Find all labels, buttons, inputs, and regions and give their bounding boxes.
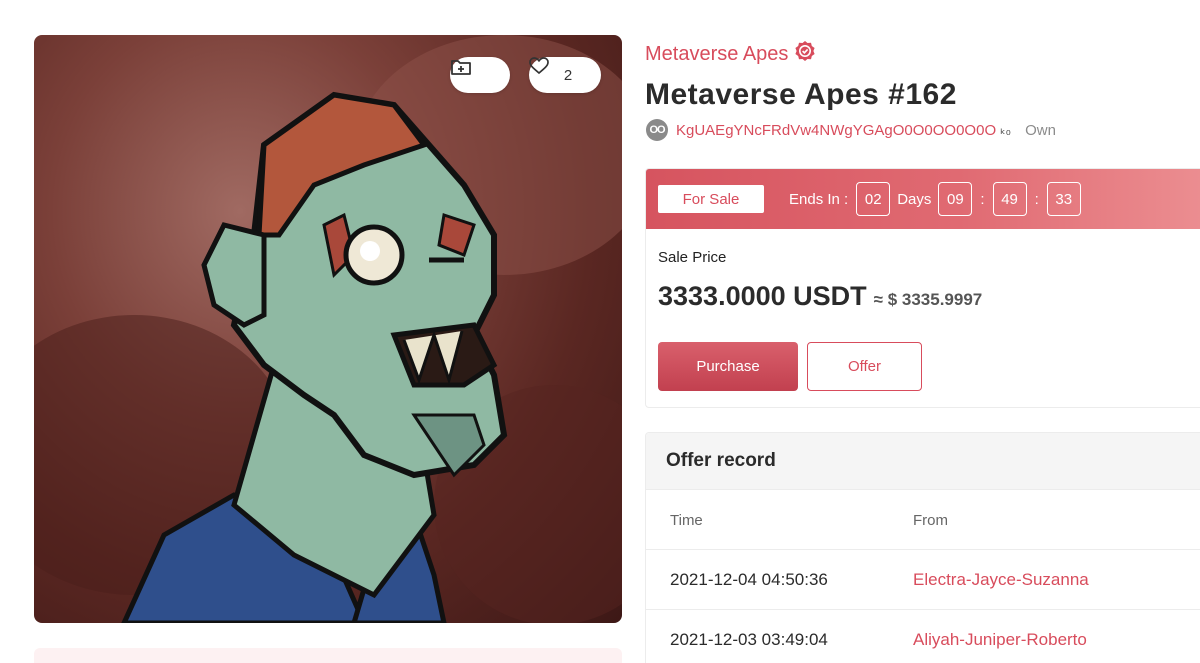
like-button[interactable]: 2 [529, 57, 601, 93]
offer-time: 2021-12-04 04:50:36 [670, 570, 828, 589]
for-sale-badge: For Sale [658, 185, 764, 213]
zombie-ape-illustration [34, 35, 622, 623]
sale-card: For Sale Ends In : 02 Days 09 : 49 : 33 … [645, 168, 1200, 408]
owner-address-suffix: ₖ₀ [1000, 122, 1012, 137]
sale-price: 3333.0000 USDT [658, 281, 867, 311]
owner-row: OO KgUAEgYNcFRdVw4NWgYGAgO0O0OO0O0O ₖ₀ O… [646, 119, 1056, 141]
add-to-collection-button[interactable] [450, 57, 510, 93]
countdown-minutes: 49 [992, 182, 1027, 216]
offer-table-header: Time From [646, 490, 1200, 550]
countdown-separator: : [980, 190, 985, 208]
countdown-days: 02 [856, 182, 891, 216]
purchase-button[interactable]: Purchase [658, 342, 798, 391]
price-row: 3333.0000 USDT ≈ $ 3335.9997 [658, 281, 982, 312]
collection-name: Metaverse Apes [645, 42, 789, 65]
collection-link[interactable]: Metaverse Apes [645, 40, 816, 68]
sale-price-usd: ≈ $ 3335.9997 [873, 290, 983, 309]
offer-record-title: Offer record [646, 433, 1200, 490]
owner-avatar[interactable]: OO [646, 119, 668, 141]
artwork-footer-panel [34, 648, 622, 663]
offer-from-link[interactable]: Electra-Jayce-Suzanna [913, 550, 1089, 610]
sale-status-bar: For Sale Ends In : 02 Days 09 : 49 : 33 [646, 169, 1200, 229]
column-header-from: From [913, 511, 948, 529]
sale-price-label: Sale Price [658, 249, 727, 266]
table-row: 2021-12-03 03:49:04 Aliyah-Juniper-Rober… [646, 610, 1200, 663]
offer-from-link[interactable]: Aliyah-Juniper-Roberto [913, 610, 1087, 663]
like-count: 2 [563, 66, 573, 84]
offer-record-card: Offer record Time From 2021-12-04 04:50:… [645, 432, 1200, 663]
countdown-seconds: 33 [1046, 182, 1081, 216]
ends-in-label: Ends In : [789, 190, 849, 208]
countdown-hours: 09 [938, 182, 973, 216]
nft-artwork: 2 [34, 35, 622, 623]
offer-button[interactable]: Offer [807, 342, 922, 391]
nft-detail-page: 2 Metaverse Apes Metaverse Apes #162 OO … [0, 0, 1200, 663]
days-label: Days [897, 190, 932, 208]
table-row: 2021-12-04 04:50:36 Electra-Jayce-Suzann… [646, 550, 1200, 610]
owner-address-link[interactable]: KgUAEgYNcFRdVw4NWgYGAgO0O0OO0O0O [676, 122, 996, 139]
countdown-separator: : [1034, 190, 1039, 208]
nft-title: Metaverse Apes #162 [645, 78, 957, 111]
column-header-time: Time [670, 511, 703, 529]
own-label: Own [1025, 121, 1056, 139]
verified-badge-icon [794, 40, 816, 68]
offer-time: 2021-12-03 03:49:04 [670, 630, 828, 649]
